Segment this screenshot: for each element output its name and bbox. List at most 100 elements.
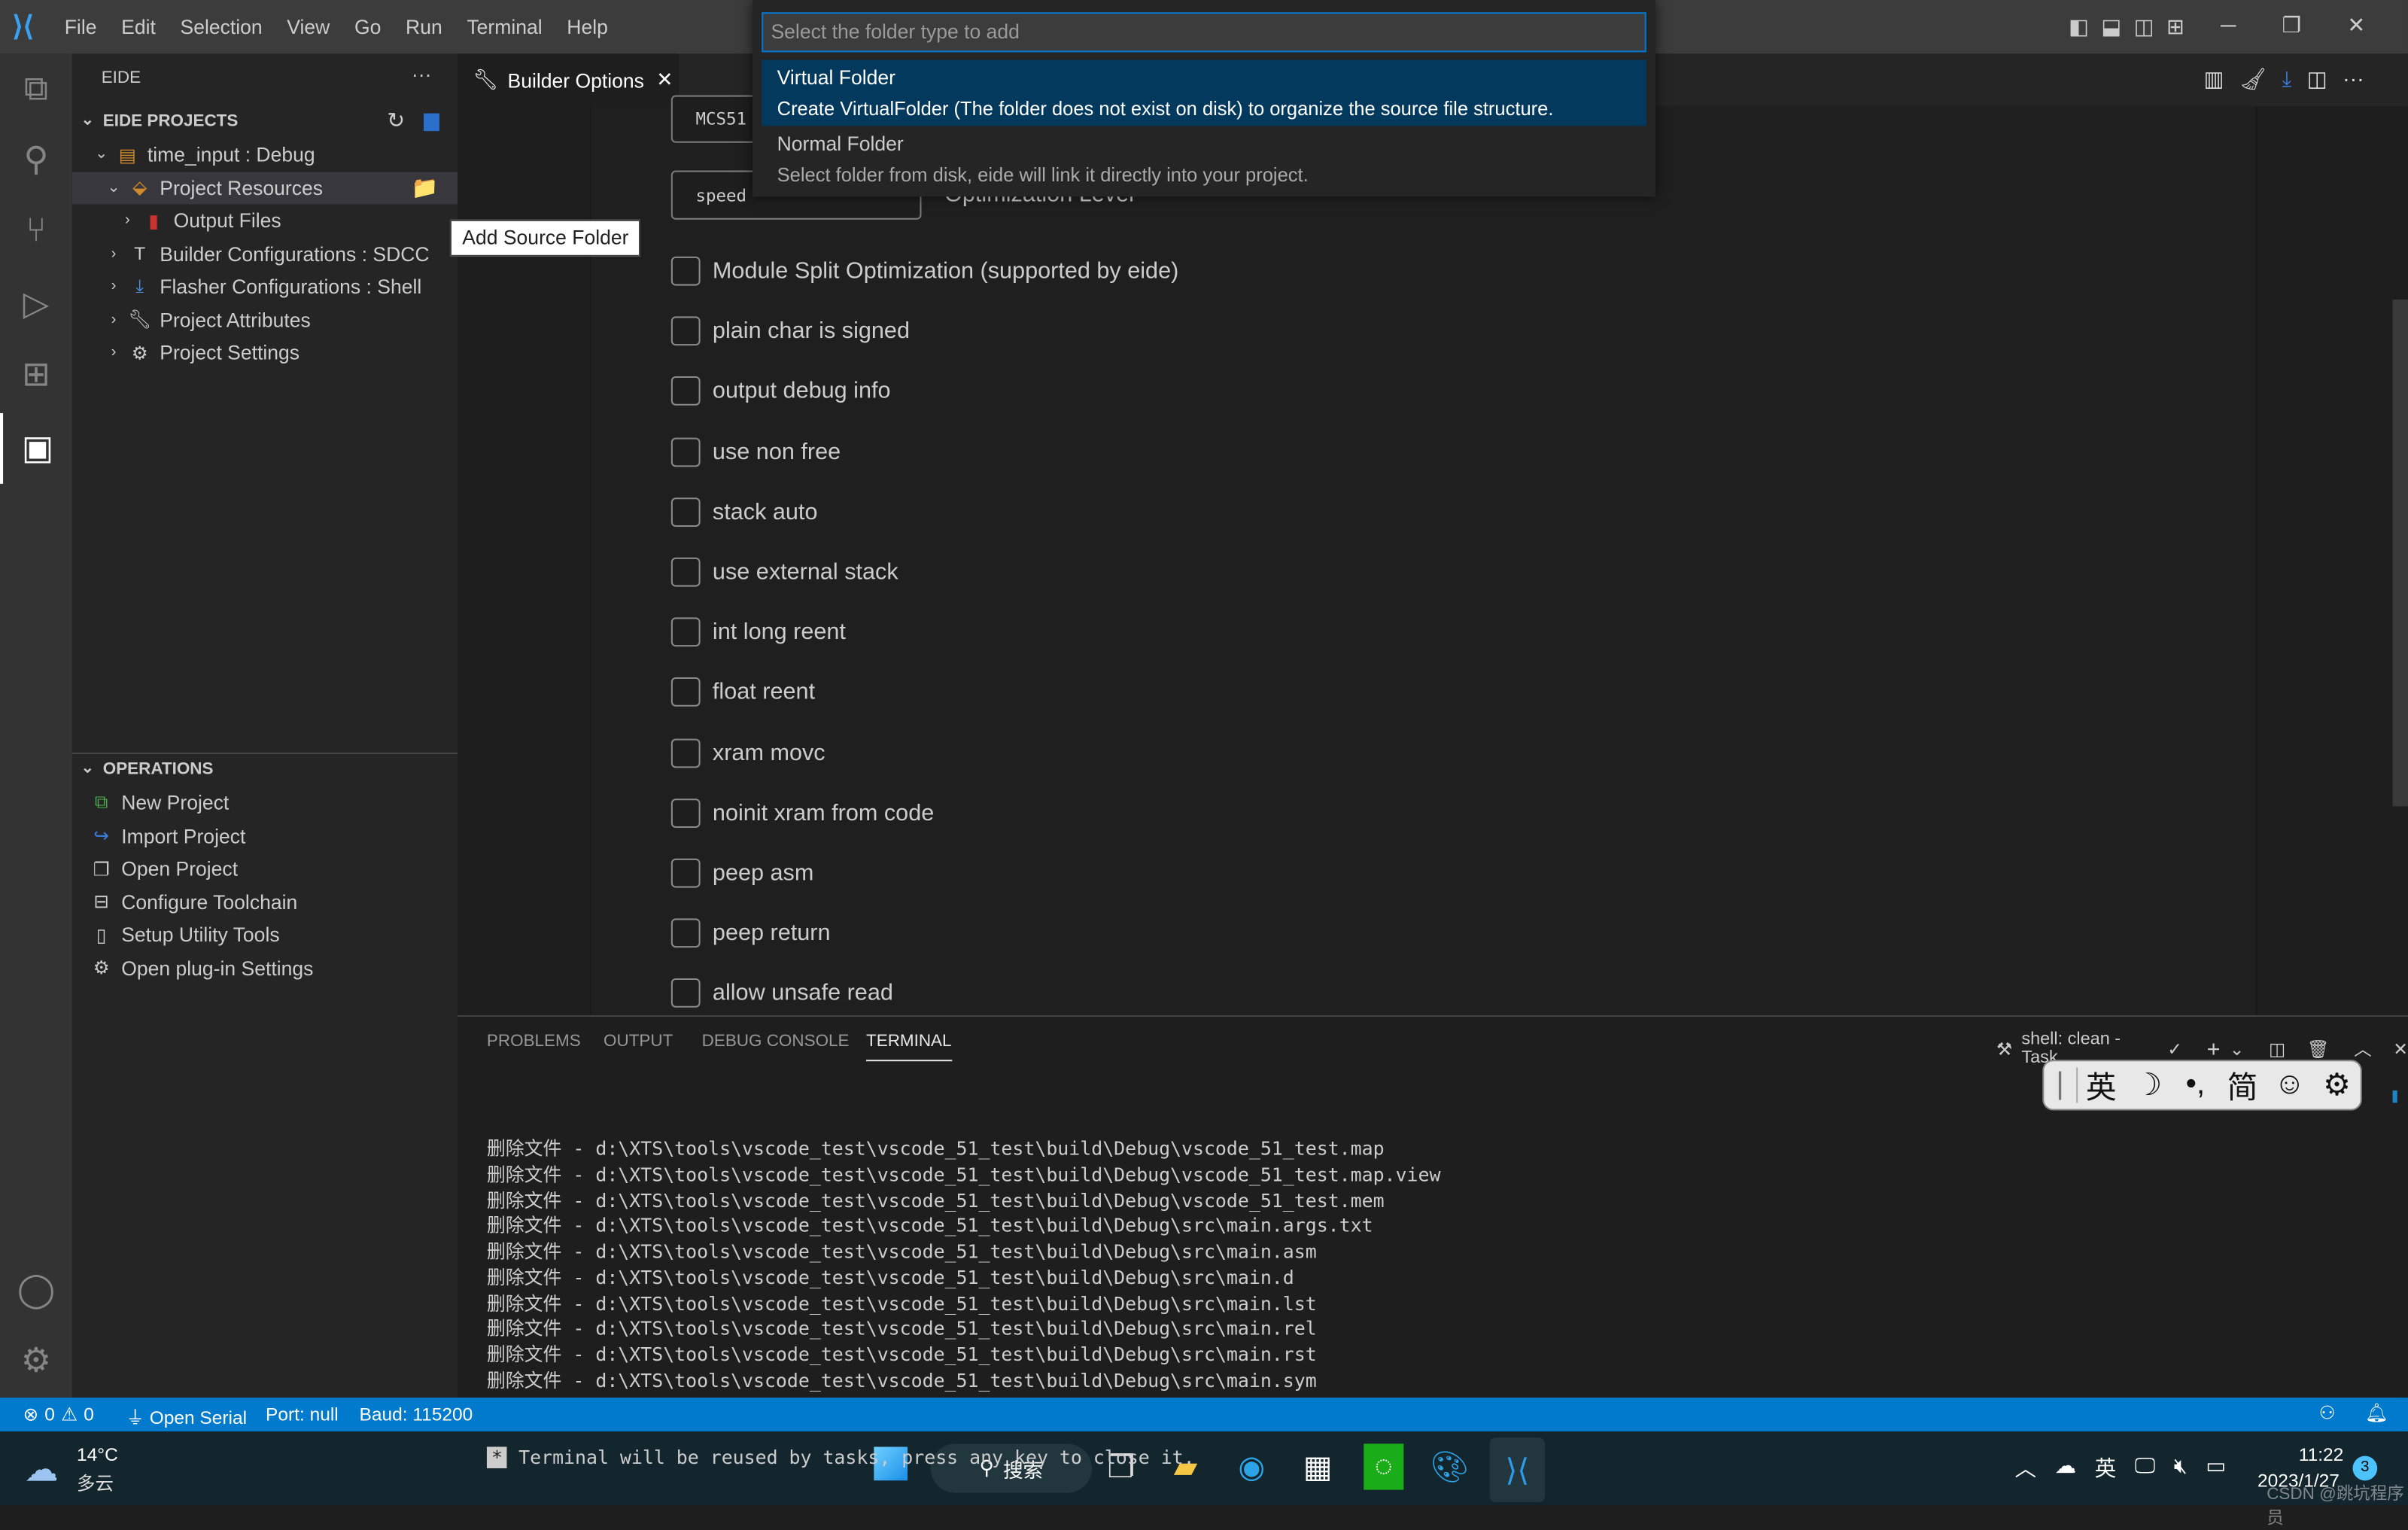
maximize-panel-icon[interactable]: ︿ bbox=[2354, 1037, 2371, 1062]
op-import-project[interactable]: ↪ Import Project bbox=[72, 820, 458, 853]
close-panel-icon[interactable]: ✕ bbox=[2393, 1039, 2408, 1060]
port-status[interactable]: Port: null bbox=[266, 1404, 339, 1425]
weather-temp[interactable]: 14°C bbox=[77, 1443, 118, 1465]
option-checkbox[interactable]: output debug info bbox=[670, 376, 891, 406]
tray-lang[interactable]: 英 bbox=[2095, 1453, 2117, 1484]
weather-desc[interactable]: 多云 bbox=[77, 1470, 114, 1496]
trash-icon[interactable]: 🗑︎ bbox=[2307, 1039, 2330, 1060]
tree-item-flasher-config[interactable]: › ⤓ Flasher Configurations : Shell bbox=[72, 270, 458, 303]
tab-terminal[interactable]: TERMINAL bbox=[866, 1032, 952, 1062]
quick-pick-item-normal-folder[interactable]: Normal Folder Select folder from disk, e… bbox=[762, 126, 1646, 192]
checkbox-box[interactable] bbox=[670, 316, 701, 346]
menu-view[interactable]: View bbox=[275, 15, 342, 38]
build-icon[interactable]: ▥ bbox=[2204, 66, 2224, 93]
op-setup-utility-tools[interactable]: ▯ Setup Utility Tools bbox=[72, 918, 458, 951]
refresh-icon[interactable]: ↻ bbox=[387, 108, 405, 134]
ime-lang[interactable]: 英 bbox=[2078, 1063, 2125, 1107]
op-new-project[interactable]: ⧉ New Project bbox=[72, 786, 458, 820]
volume-muted-icon[interactable]: 🔇︎ bbox=[2174, 1453, 2188, 1484]
search-icon[interactable]: ⚲ bbox=[0, 124, 72, 195]
close-window-icon[interactable]: ✕ bbox=[2347, 12, 2365, 38]
flash-download-icon[interactable]: ⤓ bbox=[2282, 66, 2292, 93]
tree-item-builder-config[interactable]: › T Builder Configurations : SDCC bbox=[72, 237, 458, 270]
option-checkbox[interactable]: plain char is signed bbox=[670, 316, 910, 346]
menu-selection[interactable]: Selection bbox=[168, 15, 275, 38]
option-checkbox[interactable]: noinit xram from code bbox=[670, 798, 934, 828]
option-checkbox[interactable]: use external stack bbox=[670, 557, 898, 587]
vscode-taskbar-icon[interactable]: ⟩⟨ bbox=[1489, 1437, 1546, 1502]
checkbox-box[interactable] bbox=[670, 256, 701, 286]
option-checkbox[interactable]: peep asm bbox=[670, 858, 813, 888]
network-icon[interactable]: 🖵︎ bbox=[2135, 1453, 2156, 1484]
op-configure-toolchain[interactable]: ⊟ Configure Toolchain bbox=[72, 886, 458, 919]
option-checkbox[interactable]: float reent bbox=[670, 677, 815, 707]
quick-pick-item-virtual-folder[interactable]: Virtual Folder Create VirtualFolder (The… bbox=[762, 59, 1646, 126]
ime-simplified[interactable]: 简 bbox=[2219, 1063, 2267, 1107]
baud-status[interactable]: Baud: 115200 bbox=[360, 1404, 473, 1425]
ime-punct[interactable]: •, bbox=[2172, 1067, 2219, 1103]
ime-drag-handle[interactable]: | bbox=[2044, 1067, 2078, 1103]
save-all-icon[interactable]: ▆ bbox=[424, 108, 439, 132]
op-plugin-settings[interactable]: ⚙ Open plug-in Settings bbox=[72, 951, 458, 984]
notifications-bell-icon[interactable]: 🔔︎ bbox=[2365, 1402, 2388, 1424]
more-actions-icon[interactable]: ··· bbox=[412, 63, 432, 87]
accounts-icon[interactable]: ◯ bbox=[0, 1255, 72, 1325]
ime-moon-icon[interactable]: ☽ bbox=[2124, 1066, 2172, 1104]
extensions-icon[interactable]: ⊞ bbox=[0, 339, 72, 410]
checkbox-box[interactable] bbox=[670, 677, 701, 707]
checkbox-box[interactable] bbox=[670, 557, 701, 587]
option-checkbox[interactable]: int long reent bbox=[670, 617, 846, 647]
ime-emoji-icon[interactable]: ☺ bbox=[2266, 1067, 2313, 1103]
checkbox-box[interactable] bbox=[670, 436, 701, 467]
option-checkbox[interactable]: allow unsafe read bbox=[670, 978, 893, 1008]
add-source-folder-button[interactable]: 📁 bbox=[412, 175, 439, 202]
restore-icon[interactable]: ❐ bbox=[2282, 12, 2301, 38]
option-checkbox[interactable]: Module Split Optimization (supported by … bbox=[670, 256, 1178, 286]
checkbox-box[interactable] bbox=[670, 376, 701, 406]
quick-pick-input[interactable]: Select the folder type to add bbox=[762, 12, 1646, 53]
clean-broom-icon[interactable]: 🧹︎ bbox=[2239, 66, 2267, 93]
toggle-sidebar-icon[interactable]: ◧ bbox=[2069, 14, 2089, 40]
close-tab-icon[interactable]: ✕ bbox=[656, 68, 673, 93]
checkbox-box[interactable] bbox=[670, 617, 701, 647]
clock-time[interactable]: 11:22 bbox=[2288, 1443, 2343, 1465]
checkbox-box[interactable] bbox=[670, 738, 701, 768]
operations-header[interactable]: ⌄ OPERATIONS bbox=[72, 753, 458, 786]
run-debug-icon[interactable]: ▷ bbox=[0, 269, 72, 339]
new-terminal-icon[interactable]: + bbox=[2207, 1036, 2221, 1063]
checkbox-box[interactable] bbox=[670, 858, 701, 888]
checkbox-box[interactable] bbox=[670, 978, 701, 1008]
option-checkbox[interactable]: use non free bbox=[670, 436, 841, 467]
chevron-down-icon[interactable]: ⌄ bbox=[2230, 1039, 2245, 1060]
tray-expand-icon[interactable]: ︿ bbox=[2015, 1453, 2037, 1484]
eide-chip-icon[interactable]: ▣ bbox=[0, 412, 72, 484]
menu-terminal[interactable]: Terminal bbox=[455, 15, 555, 38]
menu-edit[interactable]: Edit bbox=[109, 15, 168, 38]
battery-icon[interactable]: ▭ bbox=[2206, 1453, 2226, 1484]
tree-item-project[interactable]: ⌄ ▤ time_input : Debug bbox=[72, 138, 458, 172]
manage-gear-icon[interactable]: ⚙ bbox=[0, 1325, 72, 1396]
option-checkbox[interactable]: stack auto bbox=[670, 497, 817, 527]
option-checkbox[interactable]: xram movc bbox=[670, 738, 825, 768]
toggle-secondary-sidebar-icon[interactable]: ◫ bbox=[2134, 14, 2154, 40]
tree-item-output-files[interactable]: › ▮ Output Files bbox=[72, 204, 458, 237]
split-editor-icon[interactable]: ◫ bbox=[2307, 66, 2327, 93]
checkbox-box[interactable] bbox=[670, 918, 701, 948]
open-serial-button[interactable]: ⏚ Open Serial bbox=[126, 1404, 247, 1430]
menu-help[interactable]: Help bbox=[555, 15, 620, 38]
checkbox-box[interactable] bbox=[670, 798, 701, 828]
tree-item-project-settings[interactable]: › ⚙ Project Settings bbox=[72, 336, 458, 370]
op-open-project[interactable]: ❐ Open Project bbox=[72, 853, 458, 886]
explorer-icon[interactable]: ⧉ bbox=[0, 53, 72, 124]
tree-item-project-attributes[interactable]: › 🔧︎ Project Attributes bbox=[72, 303, 458, 336]
tab-builder-options[interactable]: 🔧︎ Builder Options ✕ bbox=[458, 53, 680, 106]
tab-output[interactable]: OUTPUT bbox=[604, 1032, 673, 1050]
menu-run[interactable]: Run bbox=[394, 15, 455, 38]
menu-go[interactable]: Go bbox=[342, 15, 394, 38]
onedrive-icon[interactable]: ☁ bbox=[2055, 1453, 2077, 1484]
split-terminal-icon[interactable]: ◫ bbox=[2269, 1039, 2285, 1060]
minimize-icon[interactable]: ─ bbox=[2221, 12, 2236, 38]
problems-status[interactable]: ⊗ 0 ⚠ 0 bbox=[23, 1404, 94, 1425]
notification-badge[interactable]: 3 bbox=[2352, 1455, 2378, 1481]
toggle-panel-icon[interactable]: ⬓ bbox=[2101, 14, 2121, 40]
